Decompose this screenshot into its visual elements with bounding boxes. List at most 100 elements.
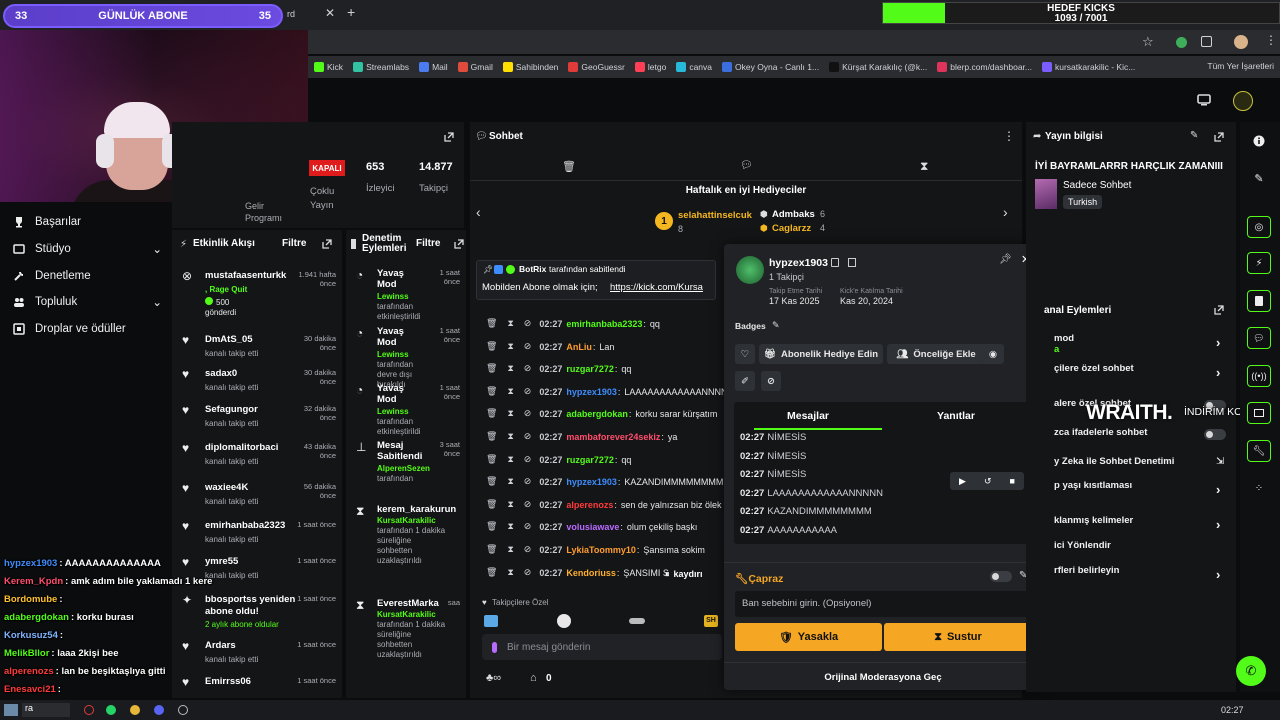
chat-paused[interactable]: ⏸︎ kaydırı [665,566,721,582]
channel-action-row[interactable]: y Zeka ile Sohbet Denetimi ⇲ [1044,456,1230,472]
menu-icon[interactable]: ⋮ [1265,33,1277,47]
chat-icon[interactable]: 💬︎ [1247,327,1271,349]
more-icon[interactable]: ⁘ [1247,477,1271,499]
delete-icon[interactable]: 🗑︎ [486,454,497,465]
ban-icon[interactable]: ⊘ [524,454,532,465]
timeout-icon[interactable]: ⧗ [507,408,513,419]
toggle-switch[interactable] [1204,429,1226,440]
income-label[interactable]: Gelir [245,201,264,211]
multistream-label-2[interactable]: Yayın [310,200,334,211]
hourglass-icon[interactable]: ⧗ [920,159,928,174]
delete-icon[interactable]: 🗑︎ [486,521,497,532]
timeout-icon[interactable]: ⧗ [507,363,513,374]
ban-reason-input[interactable]: Ban sebebini girin. (Opsiyonel) [735,591,1031,617]
pinned-message[interactable]: 📌︎ BotRix tarafından sabitlendi Mobilden… [476,260,716,300]
delete-icon[interactable]: 🗑︎ [486,544,497,555]
timeout-icon[interactable]: ⧗ [507,521,513,532]
ban-icon[interactable]: ⊘ [524,544,532,555]
gift-sub-button[interactable]: 🎁︎ Abonelik Hediye Edin [759,344,883,364]
activity-username[interactable]: bbosportss yeniden [205,594,295,605]
nav-drops[interactable]: Droplar ve ödüller [12,322,162,336]
activity-item[interactable]: ♥ diplomalitorbaci kanalı takip etti 43 dak… [172,440,342,474]
income-label-2[interactable]: Programı [245,213,282,223]
chat-username[interactable]: ruzgar7272 [566,455,614,465]
card-icon[interactable] [848,258,856,267]
chat-message[interactable]: 🗑︎ ⧗ ⊘ 02:27 volusiawave: olum çekiliş başkı [486,521,697,532]
timeout-icon[interactable]: ⧗ [507,454,513,465]
chat-username[interactable]: ruzgar7272 [566,364,614,374]
bookmark-item[interactable]: Gmail [457,62,493,72]
ban-button[interactable]: 🛡︎ Yasakla [735,623,882,651]
mod-action-item[interactable]: ⧗ EverestMarka KursatKarakilic tarafından 1… [346,596,466,676]
target-icon[interactable]: ◎ [1247,216,1271,238]
activity-filter[interactable]: Filtre [282,238,306,249]
nav-studio[interactable]: Stüdyo ⌄ [12,242,162,256]
chat-icon[interactable]: 💬︎ [740,160,753,171]
ban-icon[interactable]: ⊘ [524,521,532,532]
pencil-icon[interactable]: ✎ [772,320,780,331]
chat-username[interactable]: AnLiu [566,342,592,352]
priority-button[interactable]: 👥︎ Önceliğe Ekle [887,344,985,364]
info-icon[interactable] [1247,130,1271,152]
trash-icon[interactable]: 🗑︎ [562,160,576,173]
mod-actor[interactable]: KursatKarakilic [377,610,457,620]
activity-item[interactable]: ♥ emirhanbaba2323 kanalı takip etti 1 saat … [172,518,342,552]
delete-icon[interactable]: 🗑︎ [486,408,497,419]
profile-avatar[interactable] [1234,35,1248,49]
chrome-icon[interactable] [130,705,140,715]
ban-icon[interactable]: ⊘ [524,567,532,578]
bookmark-item[interactable]: Kick [314,62,343,72]
ban-icon[interactable]: ⊘ [524,499,532,510]
block-button[interactable]: ⊘ [761,371,781,391]
delete-icon[interactable]: ■ [1010,476,1015,486]
activity-username[interactable]: DmAtS_05 [205,334,253,345]
original-mod-link[interactable]: Orijinal Moderasyona Geç [724,672,1042,683]
delete-icon[interactable]: 🗑︎ [486,567,497,578]
delete-icon[interactable]: 🗑︎ [486,318,497,329]
layout-icon[interactable] [1247,402,1271,424]
new-tab-icon[interactable]: + [347,4,355,20]
chat-message[interactable]: 🗑︎ ⧗ ⊘ 02:27 Kendoriuss: ŞANSIMI S [486,567,669,578]
timeout-icon[interactable]: ⧗ [507,341,513,352]
timeout-icon[interactable]: ⧗ [507,544,513,555]
activity-username[interactable]: diplomalitorbaci [205,442,278,453]
timeout-button[interactable]: ⧗ Sustur [884,623,1032,651]
chat-message[interactable]: 🗑︎ ⧗ ⊘ 02:27 alperenozs: sen de yalnızsan biz… [486,499,721,510]
star-icon[interactable]: ☆ [1142,34,1154,50]
nav-community[interactable]: Topluluk ⌄ [12,295,162,309]
delete-icon[interactable]: 🗑︎ [486,386,497,397]
activity-item[interactable]: ♥ DmAtS_05 kanalı takip etti 30 dakika önce [172,332,342,366]
chat-message[interactable]: 🗑︎ ⧗ ⊘ 02:27 hypzex1903: LAAAAAAAAAAAANNNN [486,386,727,397]
ban-icon[interactable]: ⊘ [524,318,532,329]
nav-achievements[interactable]: Başarılar [12,215,162,229]
channel-avatar[interactable] [1233,91,1253,111]
screen-icon[interactable] [1197,94,1211,106]
help-chat-icon[interactable]: ✆ [1236,656,1266,686]
channel-points-icon[interactable]: ♣∞ [486,672,501,684]
delete-icon[interactable]: 🗑︎ [486,341,497,352]
bookmark-item[interactable]: Streamlabs [353,62,409,72]
bookmark-item[interactable]: GeoGuessr [568,62,625,72]
bolt-icon[interactable]: ⚡ [1247,252,1271,274]
activity-item[interactable]: ⊗ mustafaasenturkk , Rage Quit 500 gönderdi 1… [172,268,342,318]
bookmark-item[interactable]: letgo [634,62,666,72]
emote-icon[interactable]: SH [703,615,718,627]
ban-icon[interactable]: ⊘ [524,476,532,487]
popout-icon[interactable] [454,239,464,249]
chat-username[interactable]: emirhanbaba2323 [566,319,642,329]
mod-action-item[interactable]: ⧗ kerem_karakurun KursatKarakilic tarafında… [346,502,466,582]
bookmark-item[interactable]: blerp.com/dashboar... [937,62,1032,72]
bookmark-item[interactable]: Okey Oyna - Canlı 1... [722,62,819,72]
stream-category[interactable]: Sadece Sohbet [1063,180,1131,191]
emote-icon[interactable] [556,614,571,628]
channel-action-row[interactable]: rfleri belirleyin › [1044,565,1230,582]
user-message[interactable]: 02:27 AAAAAAAAAAA [740,525,837,536]
timeout-icon[interactable]: ⧗ [507,476,513,487]
activity-username[interactable]: Emirrss06 [205,676,251,687]
tab-messages[interactable]: Mesajlar [734,410,882,422]
mod-actor[interactable]: Lewinss [377,350,457,360]
start-icon[interactable] [4,704,18,716]
channel-action-row[interactable]: ici Yönlendir [1044,540,1230,556]
discord-icon[interactable] [154,705,164,715]
chat-input[interactable]: Bir mesaj gönderin [482,634,722,660]
